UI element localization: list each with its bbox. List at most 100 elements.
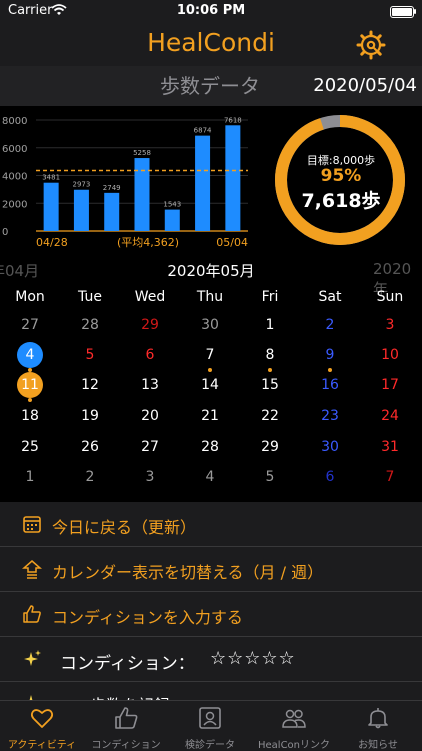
bar-value-label: 3481 (42, 174, 60, 182)
calendar-day[interactable]: 25 (0, 434, 60, 460)
calendar-day-number: 15 (261, 377, 279, 393)
calendar-day[interactable]: 18 (0, 403, 60, 429)
condition-row[interactable]: コンディション： ☆☆☆☆☆ (0, 637, 422, 682)
x-end-label: 05/04 (216, 236, 248, 249)
calendar-day-number: 27 (141, 439, 159, 455)
calendar-day-number: 3 (145, 469, 155, 485)
weekday-label: Fri (261, 289, 279, 305)
calendar-day[interactable]: 23 (300, 403, 360, 429)
calendar-day[interactable]: 26 (60, 434, 120, 460)
bar (195, 135, 211, 231)
calendar-day[interactable]: 2 (60, 464, 120, 490)
calendar-day-number: 5 (85, 347, 95, 363)
tab-healcon-link[interactable]: HealConリンク (252, 700, 336, 751)
calendar-day[interactable]: 6 (300, 464, 360, 490)
calendar-day[interactable]: 24 (360, 403, 420, 429)
y-tick-label: 4000 (2, 172, 27, 183)
status-time: 10:06 PM (176, 3, 246, 18)
calendar-day[interactable]: 10 (360, 342, 420, 368)
y-tick-label: 8000 (2, 116, 27, 127)
calendar-day-number: 7 (385, 469, 395, 485)
y-tick-label: 6000 (2, 144, 27, 155)
people-icon (282, 709, 306, 728)
calendar-day-number: 21 (201, 408, 219, 424)
calendar-day[interactable]: 7 (180, 342, 240, 372)
tab-notifications[interactable]: お知らせ (336, 700, 420, 751)
calendar-day[interactable]: 12 (60, 372, 120, 398)
calendar-day[interactable]: 27 (0, 312, 60, 338)
activity-dot (28, 398, 32, 402)
calendar-day-number: 10 (381, 347, 399, 363)
calendar-day-number: 5 (265, 469, 275, 485)
calendar-day[interactable]: 4 (180, 464, 240, 490)
calendar-day[interactable]: 5 (240, 464, 300, 490)
calendar-day[interactable]: 31 (360, 434, 420, 460)
weekday-label: Thu (196, 289, 224, 305)
calendar-day[interactable]: 30 (300, 434, 360, 460)
page-title: 歩数データ (160, 74, 260, 98)
calendar-day[interactable]: 16 (300, 372, 360, 398)
calendar-day[interactable]: 8 (240, 342, 300, 372)
calendar-day[interactable]: 5 (60, 342, 120, 368)
switch-icon (22, 560, 42, 579)
calendar-day-number: 18 (21, 408, 39, 424)
calendar-day[interactable]: 13 (120, 372, 180, 398)
calendar-day[interactable]: 27 (120, 434, 180, 460)
tab-condition[interactable]: コンディション (84, 700, 168, 751)
battery-icon (390, 6, 414, 18)
today-steps: 7,618歩 (301, 190, 381, 212)
calendar-day[interactable]: 4 (0, 342, 60, 372)
calendar-day[interactable]: 3 (120, 464, 180, 490)
calendar-day-number: 9 (325, 347, 335, 363)
enter-condition-row[interactable]: コンディションを入力する (0, 592, 422, 637)
toggle-calendar-row[interactable]: カレンダー表示を切替える（月 / 週） (0, 547, 422, 592)
calendar-day[interactable]: 2 (300, 312, 360, 338)
bar (43, 182, 59, 231)
settings-gear-icon[interactable] (356, 30, 386, 60)
calendar-day-number: 2 (325, 317, 335, 333)
calendar-day[interactable]: 1 (240, 312, 300, 338)
id-card-icon (199, 707, 221, 729)
condition-stars[interactable]: ☆☆☆☆☆ (210, 648, 296, 669)
calendar-day[interactable]: 22 (240, 403, 300, 429)
calendar-day[interactable]: 6 (120, 342, 180, 368)
calendar-day[interactable]: 21 (180, 403, 240, 429)
calendar-day-number: 30 (201, 317, 219, 333)
calendar-day[interactable]: 3 (360, 312, 420, 338)
tab-notifications-label: お知らせ (358, 740, 398, 751)
calendar-day[interactable]: 28 (60, 312, 120, 338)
calendar-icon (23, 516, 41, 533)
partial-row-label: 歩数を記録 (90, 692, 170, 700)
calendar-day[interactable]: 9 (300, 342, 360, 372)
calendar-day[interactable]: 1 (0, 464, 60, 490)
calendar-day-number: 13 (141, 377, 159, 393)
y-tick-label: 0 (2, 227, 8, 238)
calendar-day-number: 30 (321, 439, 339, 455)
toggle-calendar-label: カレンダー表示を切替える（月 / 週） (52, 563, 324, 582)
calendar-day[interactable]: 14 (180, 372, 240, 398)
calendar-day[interactable]: 7 (360, 464, 420, 490)
tab-checkup[interactable]: 検診データ (168, 700, 252, 751)
heart-icon (30, 709, 54, 728)
calendar-day[interactable]: 30 (180, 312, 240, 338)
calendar-day[interactable]: 11 (0, 372, 60, 402)
calendar-day[interactable]: 29 (240, 434, 300, 460)
calendar-day[interactable]: 20 (120, 403, 180, 429)
return-today-row[interactable]: 今日に戻る（更新） (0, 502, 422, 547)
calendar-day-number: 29 (261, 439, 279, 455)
calendar-day[interactable]: 19 (60, 403, 120, 429)
bar-value-label: 7618 (224, 116, 242, 124)
calendar-day[interactable]: 17 (360, 372, 420, 398)
current-date: 2020/05/04 (313, 75, 417, 96)
calendar-day[interactable]: 15 (240, 372, 300, 398)
calendar-day-number: 4 (205, 469, 215, 485)
tab-activity[interactable]: アクティビティ (0, 700, 84, 751)
calendar-day[interactable]: 28 (180, 434, 240, 460)
calendar-day-number: 19 (81, 408, 99, 424)
calendar-day-number: 12 (81, 377, 99, 393)
bar (104, 192, 120, 231)
calendar-day-number: 28 (201, 439, 219, 455)
calendar-day-number: 3 (385, 317, 395, 333)
calendar-day[interactable]: 29 (120, 312, 180, 338)
tab-healcon-link-label: HealConリンク (257, 740, 331, 751)
